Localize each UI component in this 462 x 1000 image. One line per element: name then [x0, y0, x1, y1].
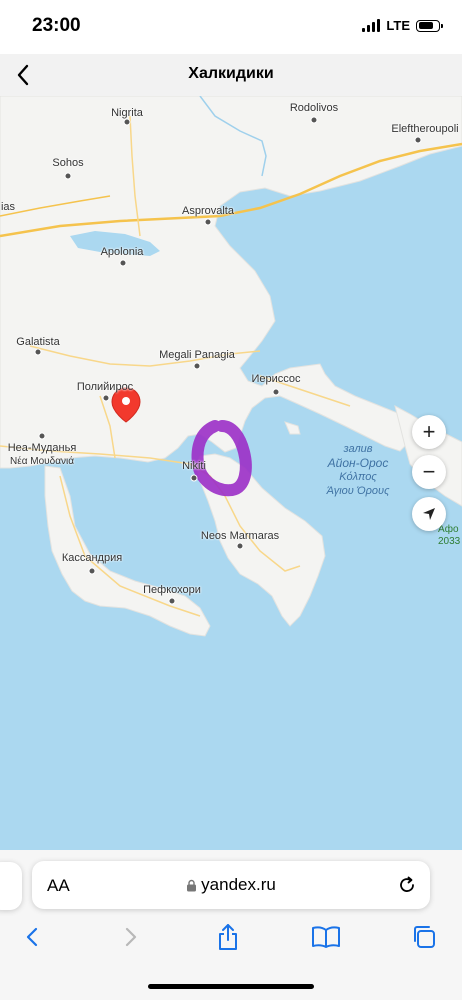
place-label[interactable]: Sohos: [52, 157, 83, 169]
tabs-button[interactable]: [407, 920, 441, 954]
place-label[interactable]: Nigrita: [111, 107, 143, 119]
place-label[interactable]: ias: [1, 201, 15, 213]
place-dot: [88, 567, 96, 575]
place-label[interactable]: Nikiti: [182, 460, 206, 472]
place-label[interactable]: Кассандрия: [62, 552, 122, 564]
place-label[interactable]: Неа-Муданья: [8, 442, 77, 454]
page-header: Халкидики: [0, 54, 462, 97]
gulf-label-line: залив: [343, 443, 373, 455]
island: [284, 421, 301, 435]
place-dot: [236, 542, 244, 550]
place-label-greek: Νέα Μουδανιά: [10, 456, 74, 467]
place-label[interactable]: Neos Marmaras: [201, 530, 279, 542]
place-label[interactable]: Иериссос: [251, 373, 300, 385]
peak-name: Афо: [438, 524, 459, 535]
back-nav-button[interactable]: [15, 920, 49, 954]
book-icon: [312, 926, 340, 948]
place-dot: [168, 597, 176, 605]
gulf-label-line: Айон-Орос: [327, 456, 389, 470]
home-indicator: [148, 984, 314, 989]
zoom-in-button[interactable]: +: [412, 415, 446, 449]
chevron-left-icon: [26, 927, 38, 947]
peak-label: Афо 2033: [438, 524, 460, 548]
place-label[interactable]: Megali Panagia: [159, 349, 235, 361]
gulf-label: залив Айон-Орос Κόλπος Άγιου Όρους: [327, 442, 390, 498]
place-label[interactable]: Apolonia: [101, 246, 144, 258]
place-dot: [190, 474, 198, 482]
gulf-label-line: Άγιου Όρους: [326, 485, 390, 497]
url-text: yandex.ru: [201, 875, 276, 894]
page-title: Халкидики: [188, 65, 274, 82]
place-label[interactable]: Полийирос: [77, 381, 133, 393]
tabs-icon: [414, 926, 435, 948]
place-dot: [64, 172, 72, 180]
place-dot: [310, 116, 318, 124]
battery-level: [418, 22, 433, 29]
place-dot: [272, 388, 280, 396]
place-dot: [119, 259, 127, 267]
url-display[interactable]: yandex.ru: [32, 875, 430, 895]
reload-icon[interactable]: [396, 874, 418, 896]
place-dot: [123, 118, 131, 126]
status-bar: 23:00 LTE: [0, 0, 462, 54]
share-icon: [219, 924, 237, 950]
forward-nav-button[interactable]: [114, 920, 148, 954]
chevron-right-icon: [125, 927, 137, 947]
mainland: [0, 96, 462, 469]
place-label[interactable]: Rodolivos: [290, 102, 338, 114]
location-arrow-icon: [423, 508, 435, 520]
share-button[interactable]: [211, 920, 245, 954]
place-label[interactable]: Asprovalta: [182, 205, 234, 217]
place-dot: [204, 218, 212, 226]
locate-me-button[interactable]: [412, 497, 446, 531]
zoom-out-button[interactable]: −: [412, 455, 446, 489]
lock-icon: [187, 879, 197, 891]
network-type: LTE: [386, 18, 410, 33]
address-bar[interactable]: AA yandex.ru: [32, 861, 430, 909]
place-label[interactable]: Eleftheroupoli: [391, 123, 458, 135]
place-label[interactable]: Пефкохори: [143, 584, 201, 596]
battery-icon: [416, 19, 443, 32]
status-indicators: LTE: [362, 18, 443, 33]
peak-elevation: 2033: [438, 536, 461, 547]
previous-tab-card[interactable]: [0, 862, 22, 910]
gulf-label-line: Κόλπος: [339, 471, 377, 483]
status-time: 23:00: [32, 15, 81, 36]
map-view[interactable]: Nigrita Rodolivos Eleftheroupoli Sohos i…: [0, 96, 462, 850]
bookmarks-button[interactable]: [309, 920, 343, 954]
place-dot: [414, 136, 422, 144]
place-dot: [34, 348, 42, 356]
signal-icon: [362, 19, 381, 32]
place-label[interactable]: Galatista: [16, 336, 59, 348]
place-dot: [193, 362, 201, 370]
place-dot: [38, 432, 46, 440]
place-dot: [102, 394, 110, 402]
